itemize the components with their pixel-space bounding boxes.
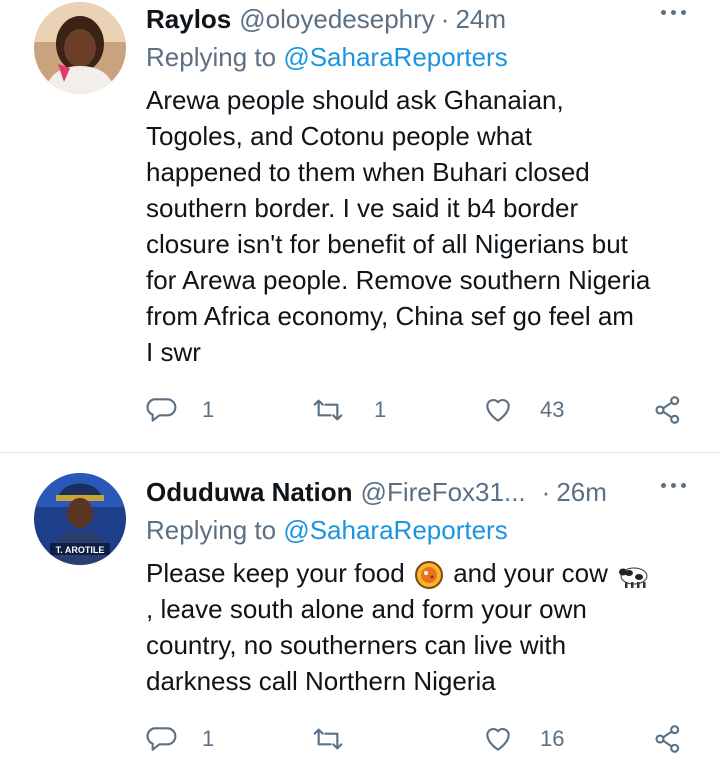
like-button[interactable]: 16	[482, 719, 564, 759]
text-line: southern border. I ve said it b4 border	[146, 193, 579, 223]
avatar[interactable]: T. AROTILE	[34, 473, 126, 565]
reply-button[interactable]: 1	[146, 390, 214, 430]
text-line: , leave south alone and form your own	[146, 594, 587, 624]
tweet-actions: 1 16	[146, 719, 720, 759]
reply-button[interactable]: 1	[146, 719, 214, 759]
like-count: 16	[540, 726, 565, 751]
tweet-actions: 1 1 43	[146, 390, 720, 430]
text-fragment: and your cow	[453, 558, 608, 588]
author-handle[interactable]: @oloyedesephry	[239, 4, 435, 35]
text-line: closure isn't for benefit of all Nigeria…	[146, 229, 628, 259]
text-line: happened to them when Buhari closed	[146, 157, 590, 187]
reply-count: 1	[202, 397, 215, 422]
text-line: for Arewa people. Remove southern Nigeri…	[146, 265, 651, 295]
timestamp[interactable]: 26m	[556, 477, 607, 508]
like-button[interactable]: 43	[482, 390, 564, 430]
avatar[interactable]	[34, 2, 126, 94]
text-line: from Africa economy, China sef go feel a…	[146, 301, 634, 331]
more-icon[interactable]	[661, 483, 686, 488]
text-line: Arewa people should ask Ghanaian,	[146, 85, 564, 115]
author-name[interactable]: Oduduwa Nation	[146, 477, 353, 508]
tweet-header: Oduduwa Nation @FireFox31... · 26m	[146, 476, 700, 508]
retweet-icon	[313, 399, 343, 421]
text-line: I swr	[146, 337, 201, 367]
separator-dot: ·	[541, 476, 551, 507]
tweet-text: Arewa people should ask Ghanaian, Togole…	[146, 82, 706, 370]
reply-icon	[146, 727, 177, 751]
cow-emoji-icon	[619, 567, 648, 589]
replying-prefix: Replying to	[146, 42, 284, 72]
retweet-count: 1	[374, 397, 387, 422]
replying-to: Replying to @SaharaReporters	[146, 42, 508, 73]
text-fragment: Please keep your food	[146, 558, 405, 588]
author-name[interactable]: Raylos	[146, 4, 231, 35]
reply-icon	[146, 398, 177, 422]
separator-dot: ·	[440, 3, 450, 34]
replying-to: Replying to @SaharaReporters	[146, 515, 508, 546]
reply-count: 1	[202, 726, 215, 751]
mention-link[interactable]: @SaharaReporters	[283, 42, 507, 72]
tweet[interactable]: Raylos @oloyedesephry · 24m Replying to …	[0, 0, 720, 452]
share-icon	[655, 725, 680, 753]
heart-icon	[486, 398, 510, 422]
text-line: Please keep your food and your cow	[146, 555, 706, 591]
author-handle[interactable]: @FireFox31...	[361, 477, 526, 508]
retweet-button[interactable]	[312, 719, 374, 759]
food-emoji-icon	[414, 561, 443, 590]
like-count: 43	[540, 397, 565, 422]
avatar-caption: T. AROTILE	[56, 545, 105, 555]
tweet[interactable]: T. AROTILE Oduduwa Nation @FireFox31... …	[0, 453, 720, 780]
share-icon	[655, 396, 680, 424]
share-button[interactable]	[652, 719, 684, 759]
text-line: darkness call Northern Nigeria	[146, 666, 496, 696]
replying-prefix: Replying to	[146, 515, 284, 545]
more-icon[interactable]	[661, 10, 686, 15]
share-button[interactable]	[652, 390, 684, 430]
retweet-button[interactable]: 1	[312, 390, 386, 430]
retweet-icon	[313, 728, 343, 750]
text-line: country, no southerners can live with	[146, 630, 567, 660]
mention-link[interactable]: @SaharaReporters	[283, 515, 507, 545]
tweet-header: Raylos @oloyedesephry · 24m	[146, 3, 700, 35]
text-line: Togoles, and Cotonu people what	[146, 121, 532, 151]
tweet-text: Please keep your food and your cow , lea…	[146, 555, 706, 699]
heart-icon	[486, 727, 510, 751]
timestamp[interactable]: 24m	[455, 4, 506, 35]
